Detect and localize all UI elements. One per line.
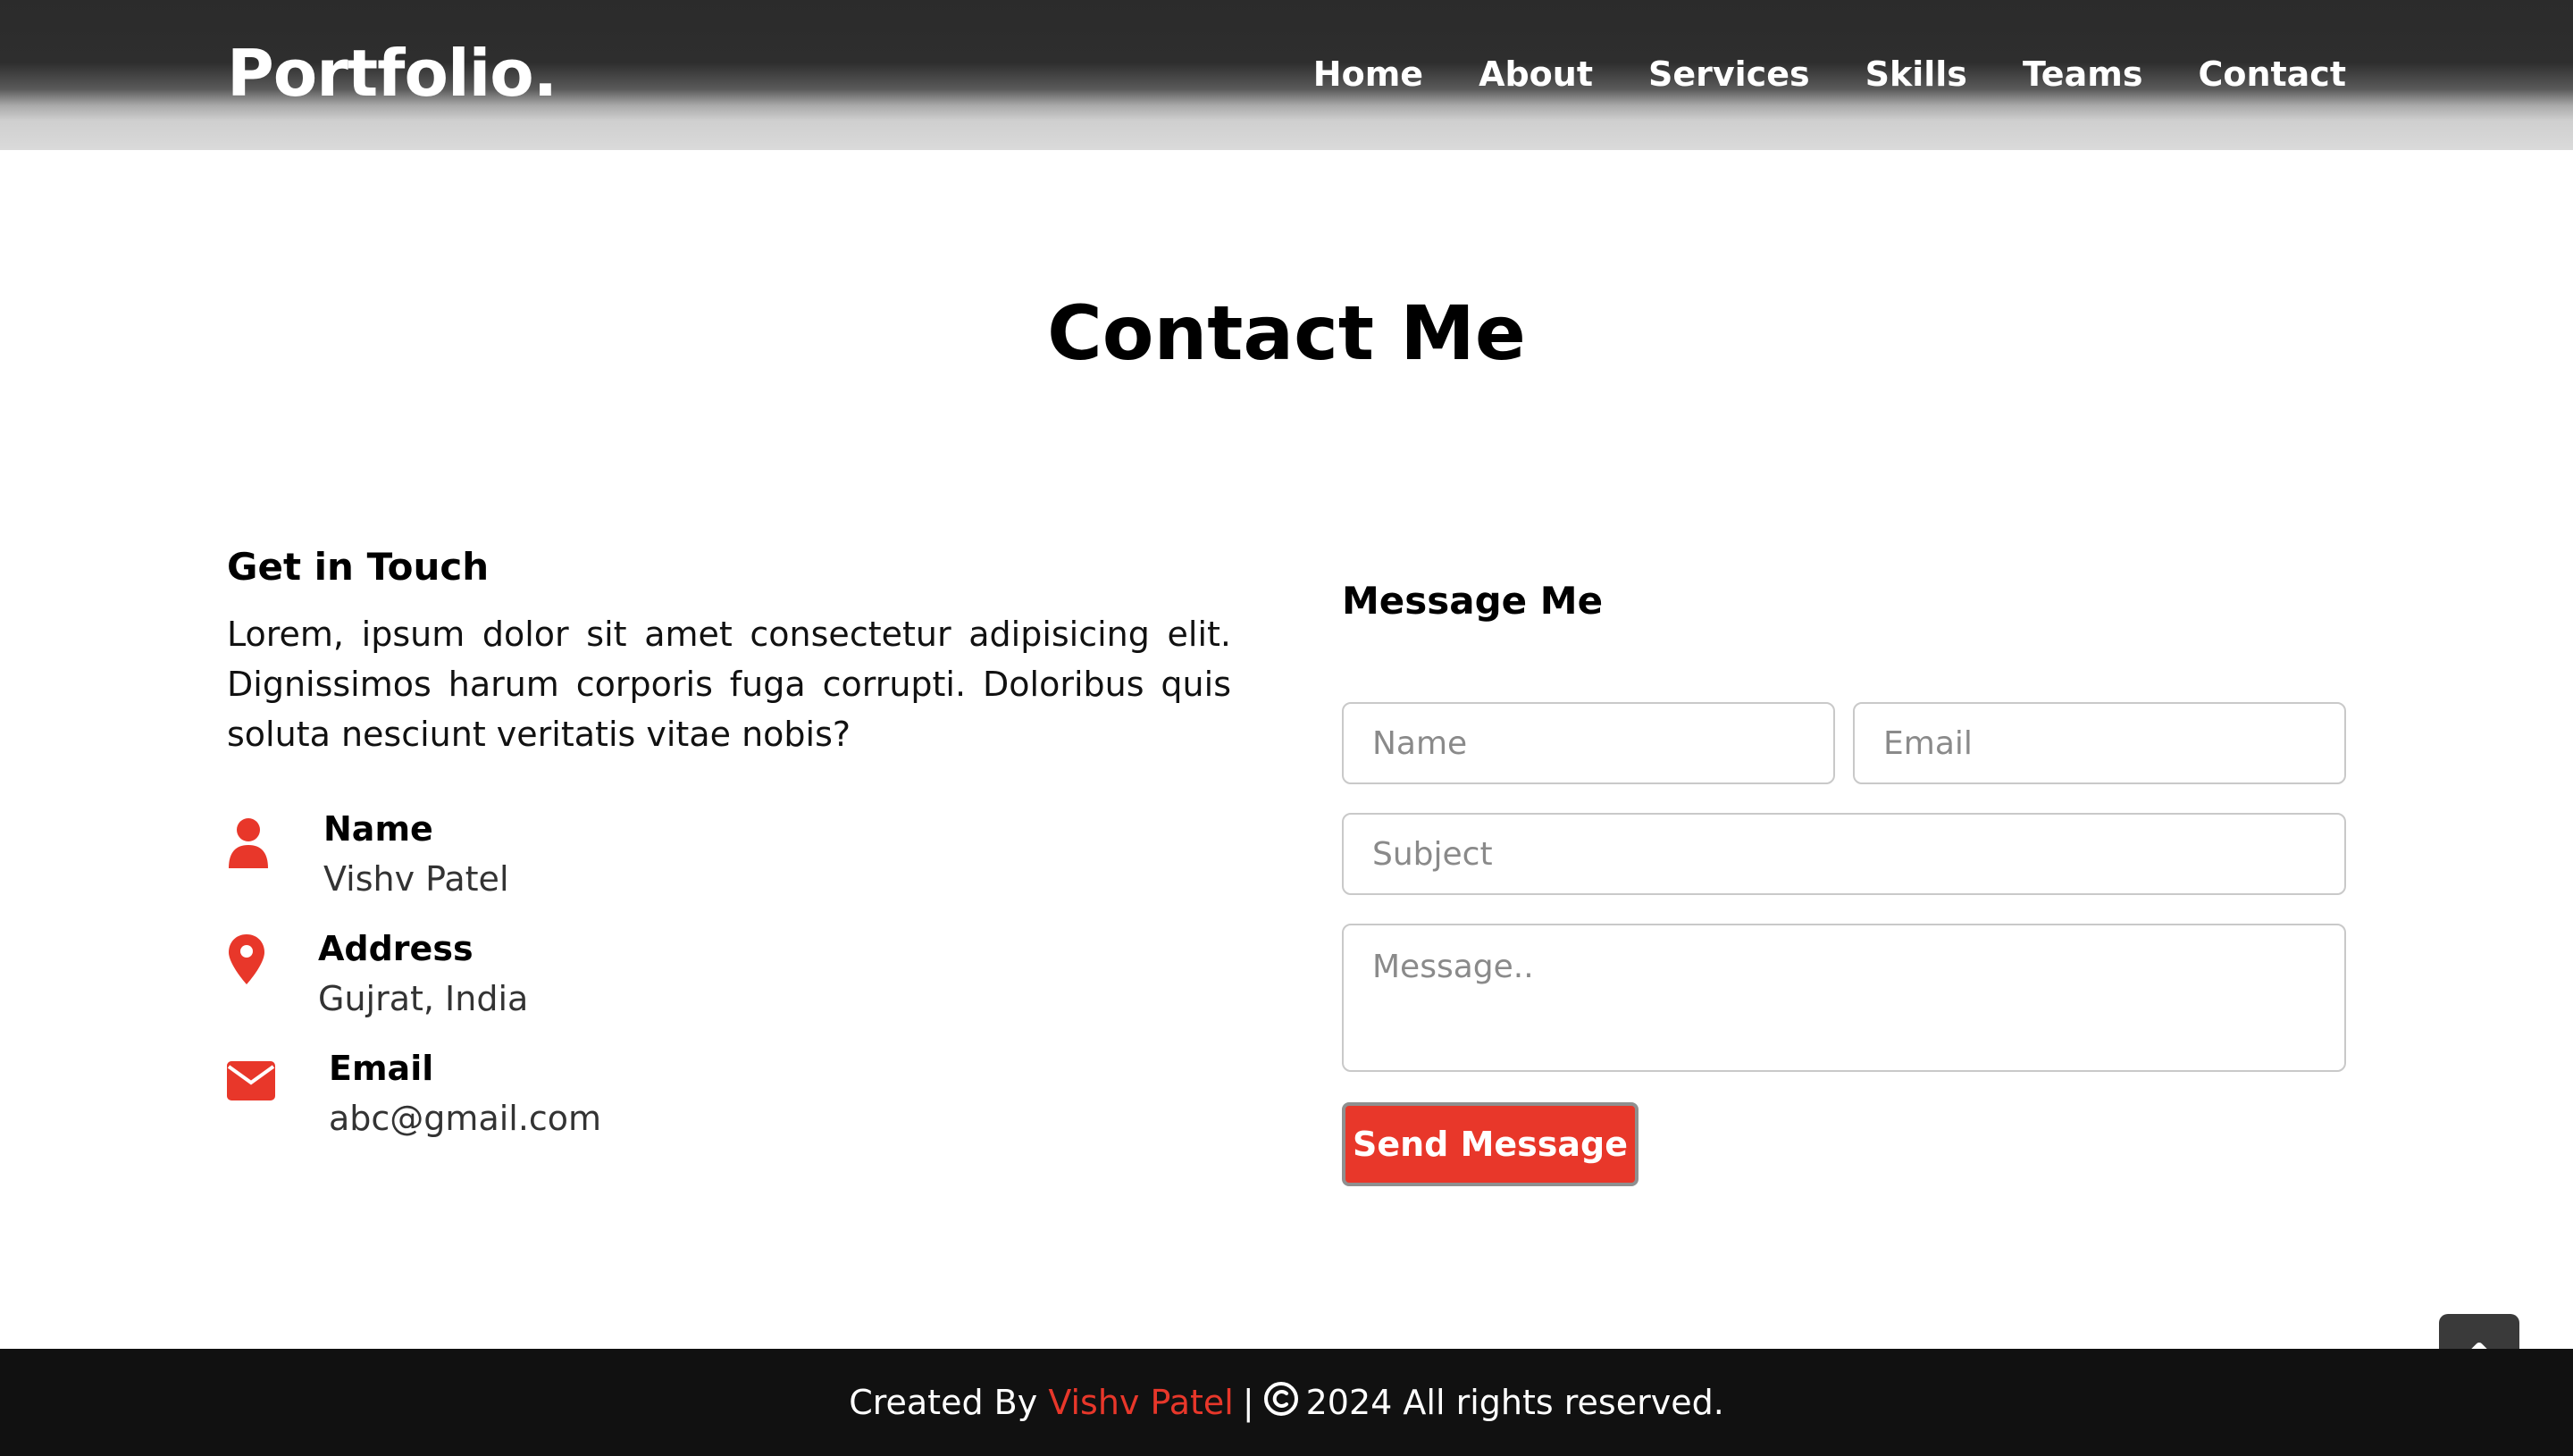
message-form-section: Message Me Send Message [1342, 573, 2346, 1186]
nav-item-teams: Teams [2023, 48, 2143, 100]
footer-separator: | [1242, 1383, 1254, 1422]
nav-item-services: Services [1648, 48, 1810, 100]
send-message-button[interactable]: Send Message [1342, 1102, 1639, 1186]
footer-author-link[interactable]: Vishv Patel [1048, 1383, 1234, 1422]
info-value-address: Gujrat, India [318, 979, 529, 1018]
footer-created-by: Created By [849, 1383, 1038, 1422]
footer-rights: 2024 All rights reserved. [1305, 1383, 1724, 1422]
map-marker-icon [227, 933, 277, 986]
info-row-address: Address Gujrat, India [227, 924, 1231, 1043]
footer: Created By Vishv Patel | 2024 All rights… [0, 1349, 2573, 1456]
nav-link-services[interactable]: Services [1648, 48, 1810, 100]
nav-item-home: Home [1313, 48, 1423, 100]
nav-link-about[interactable]: About [1479, 48, 1593, 100]
message-textarea[interactable] [1342, 924, 2346, 1072]
nav-item-about: About [1479, 48, 1593, 100]
info-text-name: Name Vishv Patel [323, 804, 509, 904]
name-input[interactable] [1342, 702, 1835, 784]
nav-link-home[interactable]: Home [1313, 48, 1423, 100]
navbar: Portfolio. Home About Services Skills Te… [0, 0, 2573, 150]
section-title: Contact Me [1047, 289, 1526, 377]
info-head-address: Address [318, 929, 474, 968]
nav-link-skills[interactable]: Skills [1865, 48, 1967, 100]
nav-item-contact: Contact [2198, 48, 2346, 100]
info-row-name: Name Vishv Patel [227, 804, 1231, 924]
info-value-email: abc@gmail.com [329, 1099, 602, 1138]
contact-info-list: Name Vishv Patel Address Gujrat, India E… [227, 804, 1231, 1163]
info-text-address: Address Gujrat, India [318, 924, 528, 1024]
envelope-icon [227, 1061, 277, 1115]
email-input[interactable] [1853, 702, 2346, 784]
info-row-email: Email abc@gmail.com [227, 1043, 1231, 1163]
get-in-touch-heading: Get in Touch [227, 545, 490, 589]
info-text-email: Email abc@gmail.com [329, 1043, 601, 1143]
info-head-email: Email [329, 1049, 434, 1088]
subject-input[interactable] [1342, 813, 2346, 895]
info-value-name: Vishv Patel [323, 859, 509, 899]
nav-menu: Home About Services Skills Teams Contact [1313, 48, 2346, 100]
info-head-name: Name [323, 809, 433, 849]
copyright-icon [1263, 1381, 1299, 1425]
get-in-touch-section: Get in Touch Lorem, ipsum dolor sit amet… [227, 540, 1231, 1163]
logo[interactable]: Portfolio. [227, 32, 557, 114]
nav-link-contact[interactable]: Contact [2198, 48, 2346, 100]
message-me-heading: Message Me [1342, 579, 1604, 623]
nav-link-teams[interactable]: Teams [2023, 48, 2143, 100]
nav-item-skills: Skills [1865, 48, 1967, 100]
user-icon [227, 816, 277, 870]
intro-text: Lorem, ipsum dolor sit amet consectetur … [227, 615, 1231, 754]
